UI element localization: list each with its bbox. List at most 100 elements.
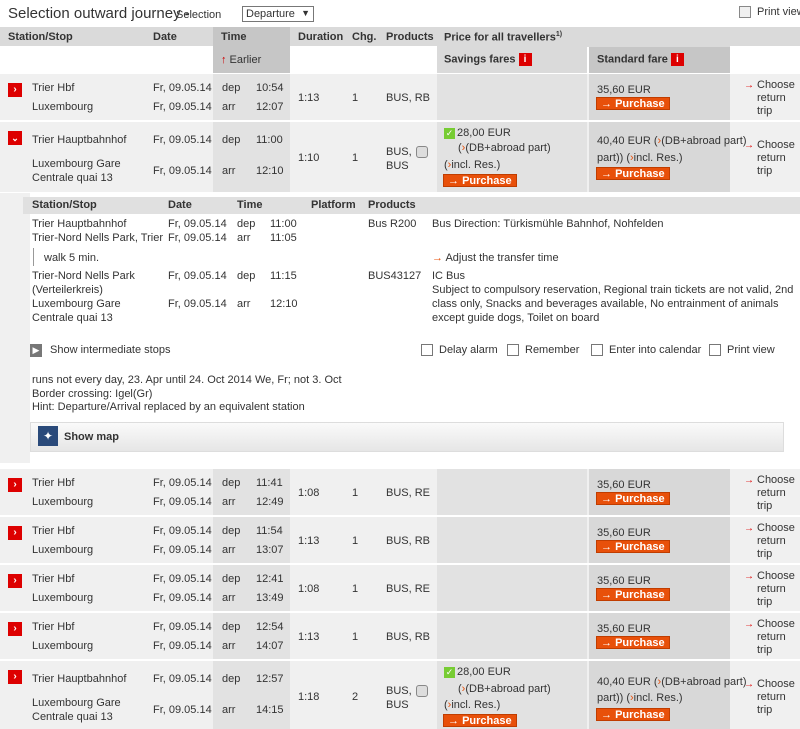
expand-arrow-icon[interactable]: › xyxy=(8,478,22,492)
choose-return-trip-link[interactable]: → Choose return trip xyxy=(744,618,795,657)
expand-arrow-icon[interactable]: › xyxy=(8,670,22,684)
duration: 1:18 xyxy=(298,691,320,703)
info-icon[interactable]: i xyxy=(518,53,532,66)
col-date: Date xyxy=(153,31,177,43)
standard-price: 35,60 EUR xyxy=(597,479,651,491)
date: Fr, 09.05.14 xyxy=(153,82,212,94)
journey-row-expanded: ⌄ Trier Hauptbahnhof Luxembourg Gare Cen… xyxy=(0,122,800,192)
choose-return-trip-link[interactable]: → Choose return trip xyxy=(744,474,795,513)
date: Fr, 09.05.14 xyxy=(153,544,212,556)
leg-to: Trier-Nord Nells Park, Trier xyxy=(32,232,163,244)
leg-date: Fr, 09.05.14 xyxy=(168,270,227,282)
table-subheader: ↑ Earlier Savings fares i Standard fare i xyxy=(0,47,800,73)
info-icon[interactable]: i xyxy=(670,53,684,66)
from-station: Trier Hbf xyxy=(32,621,75,633)
purchase-button[interactable]: → Purchase xyxy=(443,174,517,187)
expand-arrow-icon[interactable]: › xyxy=(8,83,22,97)
date: Fr, 09.05.14 xyxy=(153,592,212,604)
from-station: Trier Hbf xyxy=(32,82,75,94)
expand-arrow-icon[interactable]: › xyxy=(8,622,22,636)
leg-to: Luxembourg Gare xyxy=(32,298,121,310)
arr-time: 12:10 xyxy=(256,165,284,177)
choose-return-trip-link[interactable]: → Choose return trip xyxy=(744,139,795,178)
border-note: Border crossing: Igel(Gr) xyxy=(32,388,153,400)
bus-info-icon[interactable] xyxy=(416,685,428,697)
arr-time: 13:49 xyxy=(256,592,284,604)
choose-return-trip-link[interactable]: → Choose return trip xyxy=(744,522,795,561)
runs-note: runs not every day, 23. Apr until 24. Oc… xyxy=(32,374,342,386)
products: BUS, xyxy=(386,685,412,697)
journey-row: › Trier Hbf Luxembourg Fr, 09.05.14 Fr, 09.0… xyxy=(0,517,800,563)
purchase-button[interactable]: → Purchase xyxy=(596,588,670,601)
from-station: Trier Hbf xyxy=(32,573,75,585)
show-map-bar[interactable] xyxy=(30,422,784,452)
choose-return-trip-link[interactable]: → Choose return trip xyxy=(744,678,795,717)
leg-from: Trier Hauptbahnhof xyxy=(32,218,127,230)
detail-col-station: Station/Stop xyxy=(32,199,97,211)
standard-price: 35,60 EUR xyxy=(597,84,651,96)
leg-date: Fr, 09.05.14 xyxy=(168,218,227,230)
savings-price: ✓ 28,00 EUR xyxy=(444,127,511,139)
arr-time: 14:07 xyxy=(256,640,284,652)
date: Fr, 09.05.14 xyxy=(153,134,212,146)
purchase-button[interactable]: → Purchase xyxy=(443,714,517,727)
detail-col-time: Time xyxy=(237,199,263,211)
bus-info-icon[interactable] xyxy=(416,146,428,158)
print-view-link[interactable]: Print view xyxy=(739,6,800,19)
show-map-link[interactable]: Show map xyxy=(64,431,119,443)
expand-stops-icon[interactable]: ▶ xyxy=(30,344,42,357)
adjust-transfer-link[interactable]: → Adjust the transfer time xyxy=(432,252,559,264)
purchase-button[interactable]: → Purchase xyxy=(596,167,670,180)
purchase-button[interactable]: → Purchase xyxy=(596,97,670,110)
arr-label: arr xyxy=(222,592,236,604)
date: Fr, 09.05.14 xyxy=(153,477,212,489)
dropdown-arrow-icon: ▼ xyxy=(301,8,310,18)
to-station: Luxembourg xyxy=(32,640,94,652)
db-abroad-note: (›(DB+abroad part) xyxy=(458,142,551,154)
show-intermediate-stops-link[interactable]: Show intermediate stops xyxy=(50,344,170,356)
standard-price: 40,40 EUR (›(DB+abroad part) xyxy=(597,135,747,147)
purchase-button[interactable]: → Purchase xyxy=(596,708,670,721)
delay-alarm-link[interactable]: Delay alarm xyxy=(421,344,498,357)
expand-arrow-icon[interactable]: › xyxy=(8,574,22,588)
dep-time: 11:54 xyxy=(256,525,283,537)
savings-fares-header: Savings fares i xyxy=(444,53,532,66)
dep-label: dep xyxy=(222,573,241,585)
arr-time: 11:05 xyxy=(270,232,297,244)
to-station: Luxembourg xyxy=(32,544,94,556)
choose-return-trip-link[interactable]: → Choose return trip xyxy=(744,570,795,609)
col-duration: Duration xyxy=(298,31,344,43)
from-station: Trier Hbf xyxy=(32,525,75,537)
products: BUS, RE xyxy=(386,583,431,595)
incl-res-note: (›incl. Res.) xyxy=(444,159,501,171)
date: Fr, 09.05.14 xyxy=(153,704,212,716)
date: Fr, 09.05.14 xyxy=(153,621,212,633)
remember-link[interactable]: Remember xyxy=(507,344,579,357)
to-station: Luxembourg xyxy=(32,592,94,604)
changes: 1 xyxy=(352,583,359,595)
choose-return-trip-link[interactable]: → Choose return trip xyxy=(744,79,795,118)
earlier-link[interactable]: ↑ Earlier xyxy=(221,54,261,66)
selection-label: Selection xyxy=(176,9,222,21)
savings-price: ✓ 28,00 EUR xyxy=(444,666,511,678)
expand-arrow-icon[interactable]: › xyxy=(8,526,22,540)
leg-date: Fr, 09.05.14 xyxy=(168,298,227,310)
purchase-button[interactable]: → Purchase xyxy=(596,492,670,505)
calendar-icon xyxy=(591,344,603,357)
detail-print-link[interactable]: Print view xyxy=(709,344,775,357)
standard-price: 35,60 EUR xyxy=(597,527,651,539)
check-icon: ✓ xyxy=(444,667,455,678)
dep-label: dep xyxy=(222,525,241,537)
changes: 2 xyxy=(352,691,359,703)
products: BUS, RE xyxy=(386,487,431,499)
dep-time: 12:41 xyxy=(256,573,284,585)
leg-info: class only, Snacks and beverages availab… xyxy=(432,298,779,310)
purchase-button[interactable]: → Purchase xyxy=(596,540,670,553)
selection-dropdown[interactable]: Departure ▼ xyxy=(242,6,314,22)
incl-res-note: part)) (›incl. Res.) xyxy=(597,692,683,704)
collapse-arrow-icon[interactable]: ⌄ xyxy=(8,131,22,145)
dep-label: dep xyxy=(237,270,256,282)
alarm-icon xyxy=(421,344,433,357)
calendar-link[interactable]: Enter into calendar xyxy=(591,344,701,357)
purchase-button[interactable]: → Purchase xyxy=(596,636,670,649)
